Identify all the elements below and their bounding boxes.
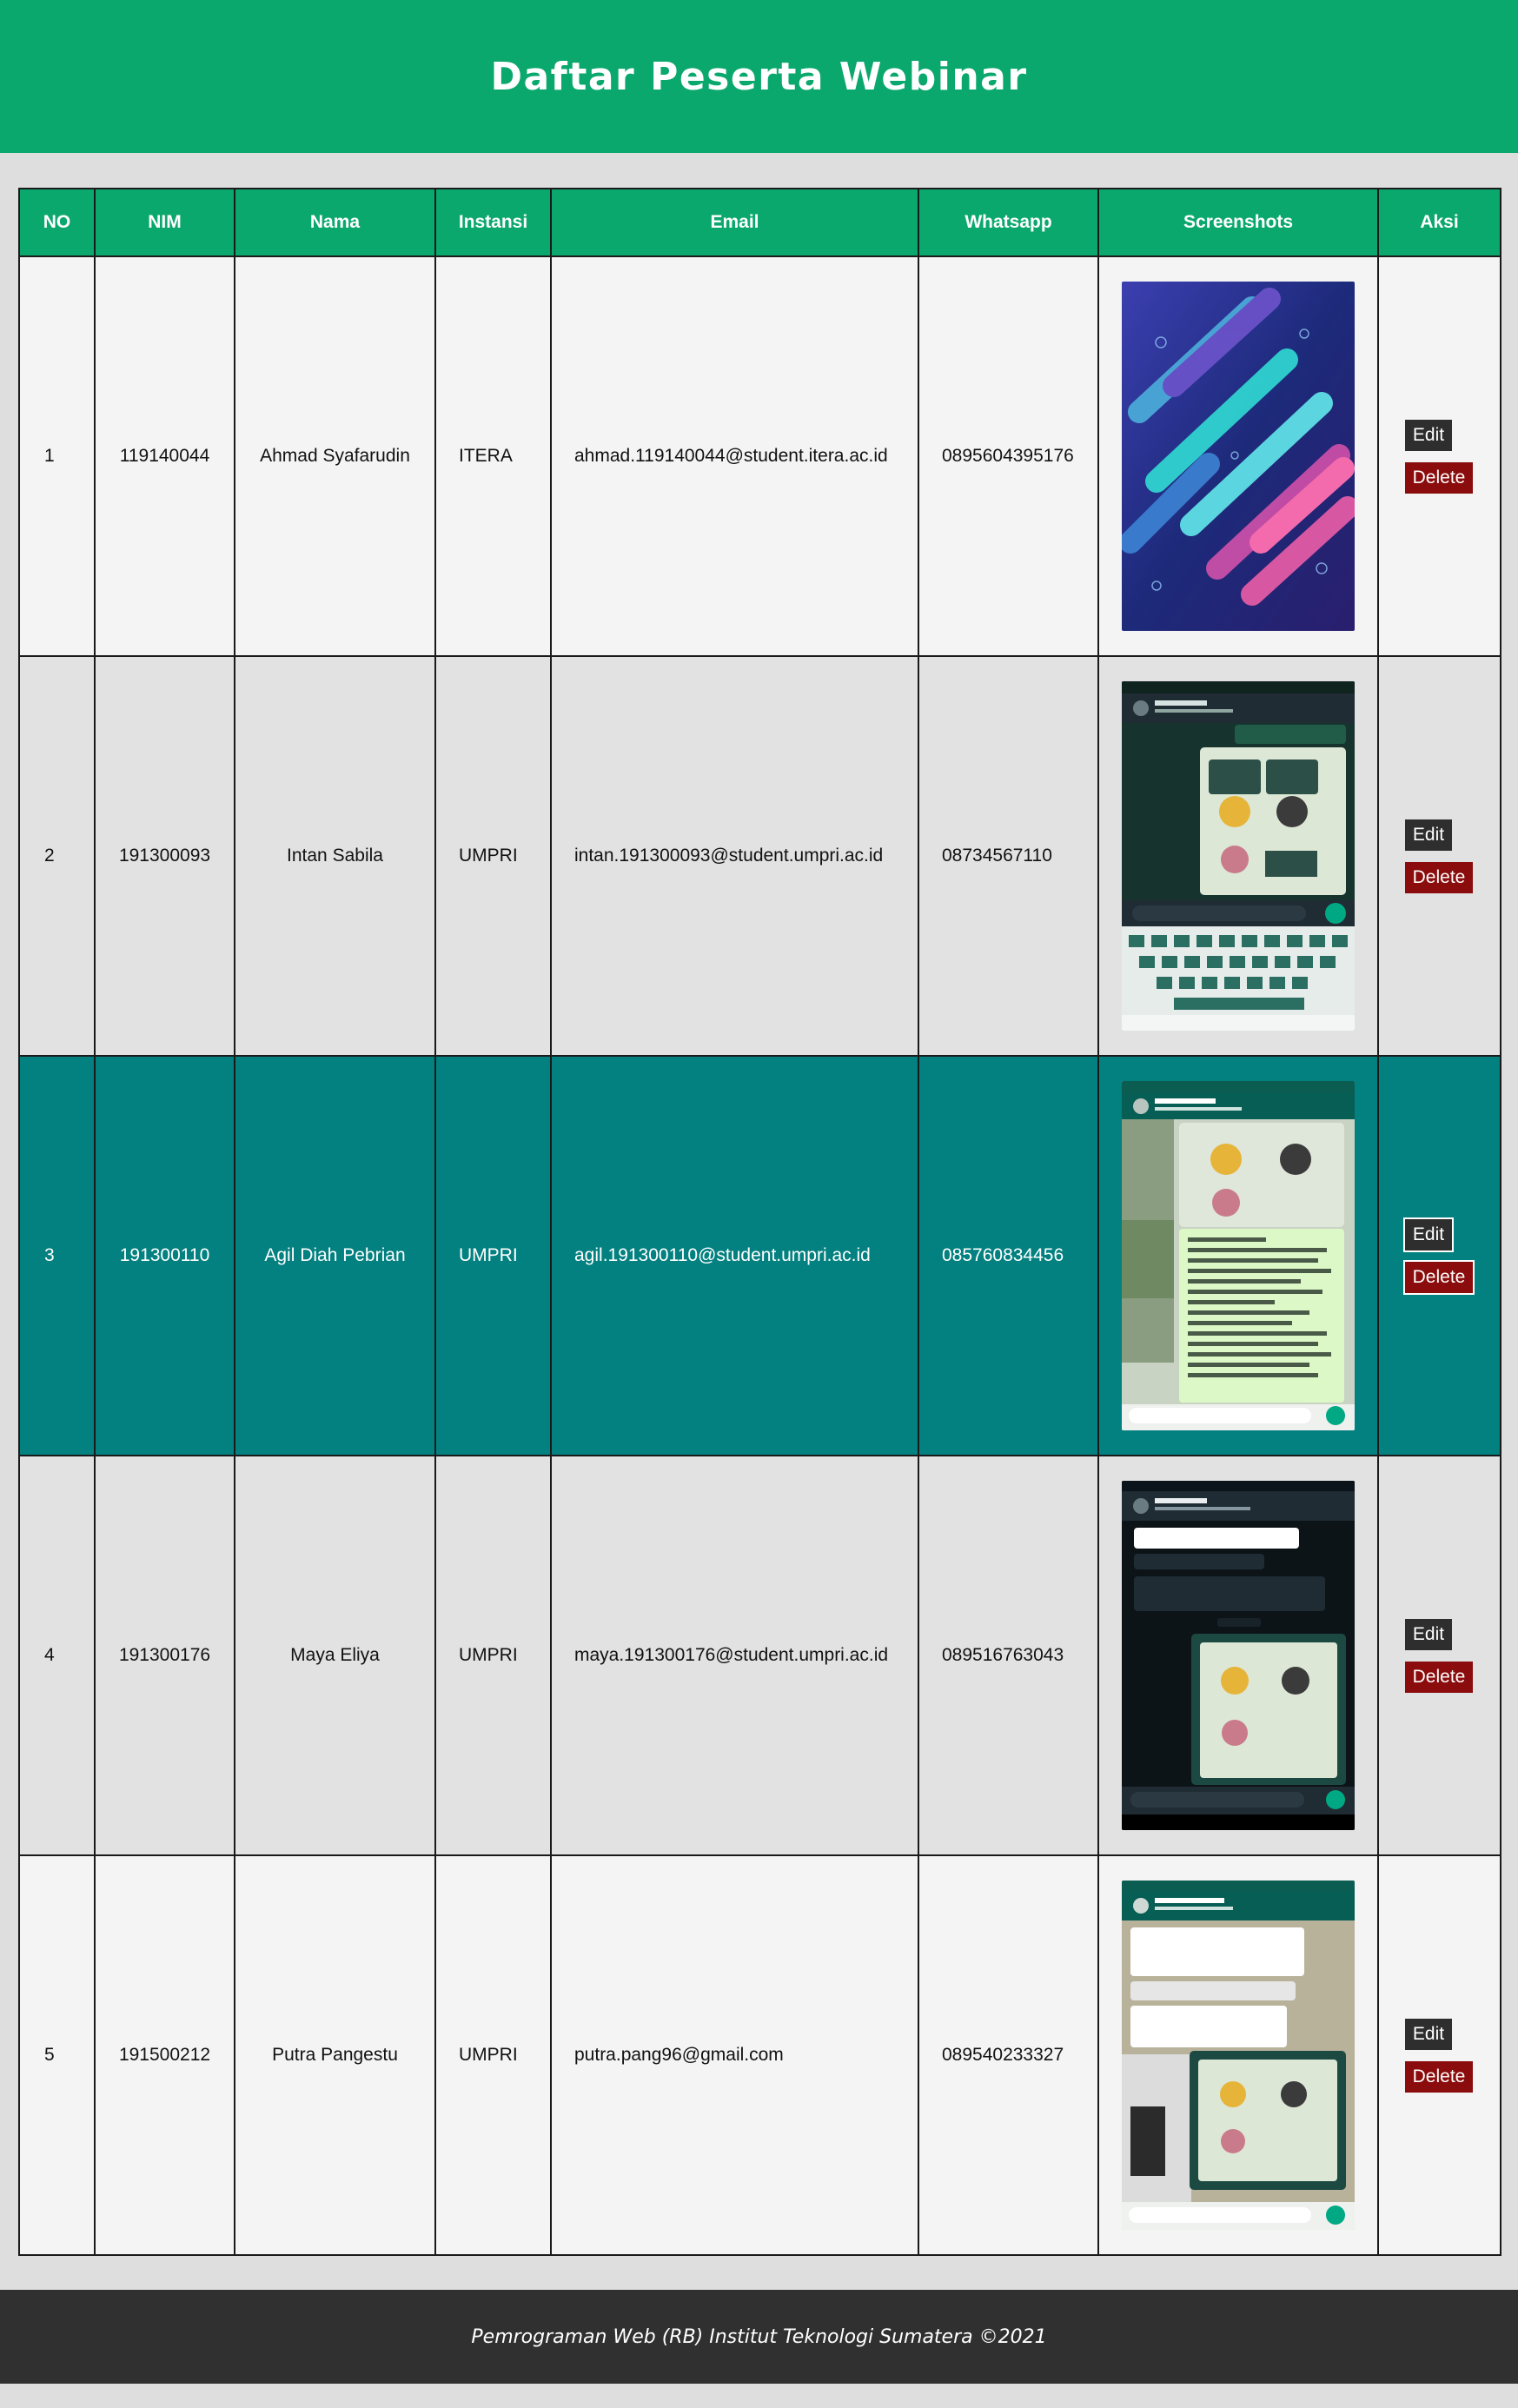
whatsapp-chat-screenshot	[1122, 1081, 1355, 1430]
cell-no: 4	[18, 1455, 96, 1856]
table-row: 5 191500212 Putra Pangestu UMPRI putra.p…	[18, 1854, 1501, 2256]
column-header-nim: NIM	[94, 188, 235, 257]
edit-button[interactable]: Edit	[1405, 819, 1452, 851]
cell-aksi: Edit Delete	[1377, 255, 1501, 657]
cell-whatsapp: 089516763043	[918, 1455, 1099, 1856]
delete-button[interactable]: Delete	[1405, 2060, 1473, 2093]
cell-no: 2	[18, 655, 96, 1057]
cell-email: putra.pang96@gmail.com	[550, 1854, 919, 2256]
cell-whatsapp: 089540233327	[918, 1854, 1099, 2256]
cell-email: agil.191300110@student.umpri.ac.id	[550, 1055, 919, 1456]
cell-whatsapp: 085760834456	[918, 1055, 1099, 1456]
whatsapp-chat-screenshot	[1122, 1881, 1355, 2230]
cell-nama: Intan Sabila	[234, 655, 436, 1057]
cell-aksi: Edit Delete	[1377, 1455, 1501, 1856]
edit-button[interactable]: Edit	[1405, 1618, 1452, 1650]
cell-aksi: Edit Delete	[1377, 1055, 1501, 1456]
edit-button[interactable]: Edit	[1405, 2018, 1452, 2050]
delete-button[interactable]: Delete	[1405, 861, 1473, 893]
cell-nim: 191300093	[94, 655, 235, 1057]
whatsapp-chat-screenshot	[1122, 681, 1355, 1031]
column-header-whatsapp: Whatsapp	[918, 188, 1099, 257]
cell-instansi: UMPRI	[434, 1854, 552, 2256]
participants-table-wrapper: NO NIM Nama Instansi Email Whatsapp Scre…	[18, 188, 1501, 2256]
column-header-no: NO	[18, 188, 96, 257]
cell-nim: 119140044	[94, 255, 235, 657]
cell-nama: Ahmad Syafarudin	[234, 255, 436, 657]
whatsapp-chat-screenshot	[1122, 1481, 1355, 1830]
page-title: Daftar Peserta Webinar	[490, 54, 1028, 99]
cell-instansi: UMPRI	[434, 1455, 552, 1856]
table-row: 1 119140044 Ahmad Syafarudin ITERA ahmad…	[18, 255, 1501, 657]
abstract-wallpaper-image	[1122, 282, 1355, 631]
table-row: 2 191300093 Intan Sabila UMPRI intan.191…	[18, 655, 1501, 1057]
cell-screenshot	[1097, 1455, 1379, 1856]
screenshot-thumbnail[interactable]	[1122, 282, 1355, 631]
cell-no: 1	[18, 255, 96, 657]
column-header-screenshots: Screenshots	[1097, 188, 1379, 257]
table-row: 4 191300176 Maya Eliya UMPRI maya.191300…	[18, 1455, 1501, 1856]
cell-no: 5	[18, 1854, 96, 2256]
cell-email: intan.191300093@student.umpri.ac.id	[550, 655, 919, 1057]
cell-nim: 191500212	[94, 1854, 235, 2256]
cell-email: ahmad.119140044@student.itera.ac.id	[550, 255, 919, 657]
cell-no: 3	[18, 1055, 96, 1456]
column-header-instansi: Instansi	[434, 188, 552, 257]
cell-nama: Maya Eliya	[234, 1455, 436, 1856]
column-header-email: Email	[550, 188, 919, 257]
cell-nim: 191300110	[94, 1055, 235, 1456]
cell-nama: Agil Diah Pebrian	[234, 1055, 436, 1456]
delete-button[interactable]: Delete	[1403, 1259, 1475, 1295]
cell-screenshot	[1097, 255, 1379, 657]
delete-button[interactable]: Delete	[1405, 1661, 1473, 1693]
cell-screenshot	[1097, 1854, 1379, 2256]
cell-aksi: Edit Delete	[1377, 655, 1501, 1057]
column-header-aksi: Aksi	[1377, 188, 1501, 257]
edit-button[interactable]: Edit	[1405, 419, 1452, 451]
cell-instansi: UMPRI	[434, 655, 552, 1057]
page-footer: Pemrograman Web (RB) Institut Teknologi …	[0, 2290, 1518, 2384]
edit-button[interactable]: Edit	[1403, 1217, 1454, 1252]
cell-instansi: UMPRI	[434, 1055, 552, 1456]
cell-instansi: ITERA	[434, 255, 552, 657]
table-row: 3 191300110 Agil Diah Pebrian UMPRI agil…	[18, 1055, 1501, 1456]
cell-email: maya.191300176@student.umpri.ac.id	[550, 1455, 919, 1856]
screenshot-thumbnail[interactable]	[1122, 681, 1355, 1031]
screenshot-thumbnail[interactable]	[1122, 1881, 1355, 2230]
cell-whatsapp: 0895604395176	[918, 255, 1099, 657]
cell-nim: 191300176	[94, 1455, 235, 1856]
cell-nama: Putra Pangestu	[234, 1854, 436, 2256]
screenshot-thumbnail[interactable]	[1122, 1481, 1355, 1830]
screenshot-thumbnail[interactable]	[1122, 1081, 1355, 1430]
column-header-nama: Nama	[234, 188, 436, 257]
cell-screenshot	[1097, 655, 1379, 1057]
cell-whatsapp: 08734567110	[918, 655, 1099, 1057]
cell-screenshot	[1097, 1055, 1379, 1456]
delete-button[interactable]: Delete	[1405, 461, 1473, 494]
table-header-row: NO NIM Nama Instansi Email Whatsapp Scre…	[18, 188, 1501, 257]
participants-table: NO NIM Nama Instansi Email Whatsapp Scre…	[18, 188, 1501, 2256]
page-header: Daftar Peserta Webinar	[0, 0, 1518, 153]
cell-aksi: Edit Delete	[1377, 1854, 1501, 2256]
footer-text: Pemrograman Web (RB) Institut Teknologi …	[471, 2325, 1047, 2348]
